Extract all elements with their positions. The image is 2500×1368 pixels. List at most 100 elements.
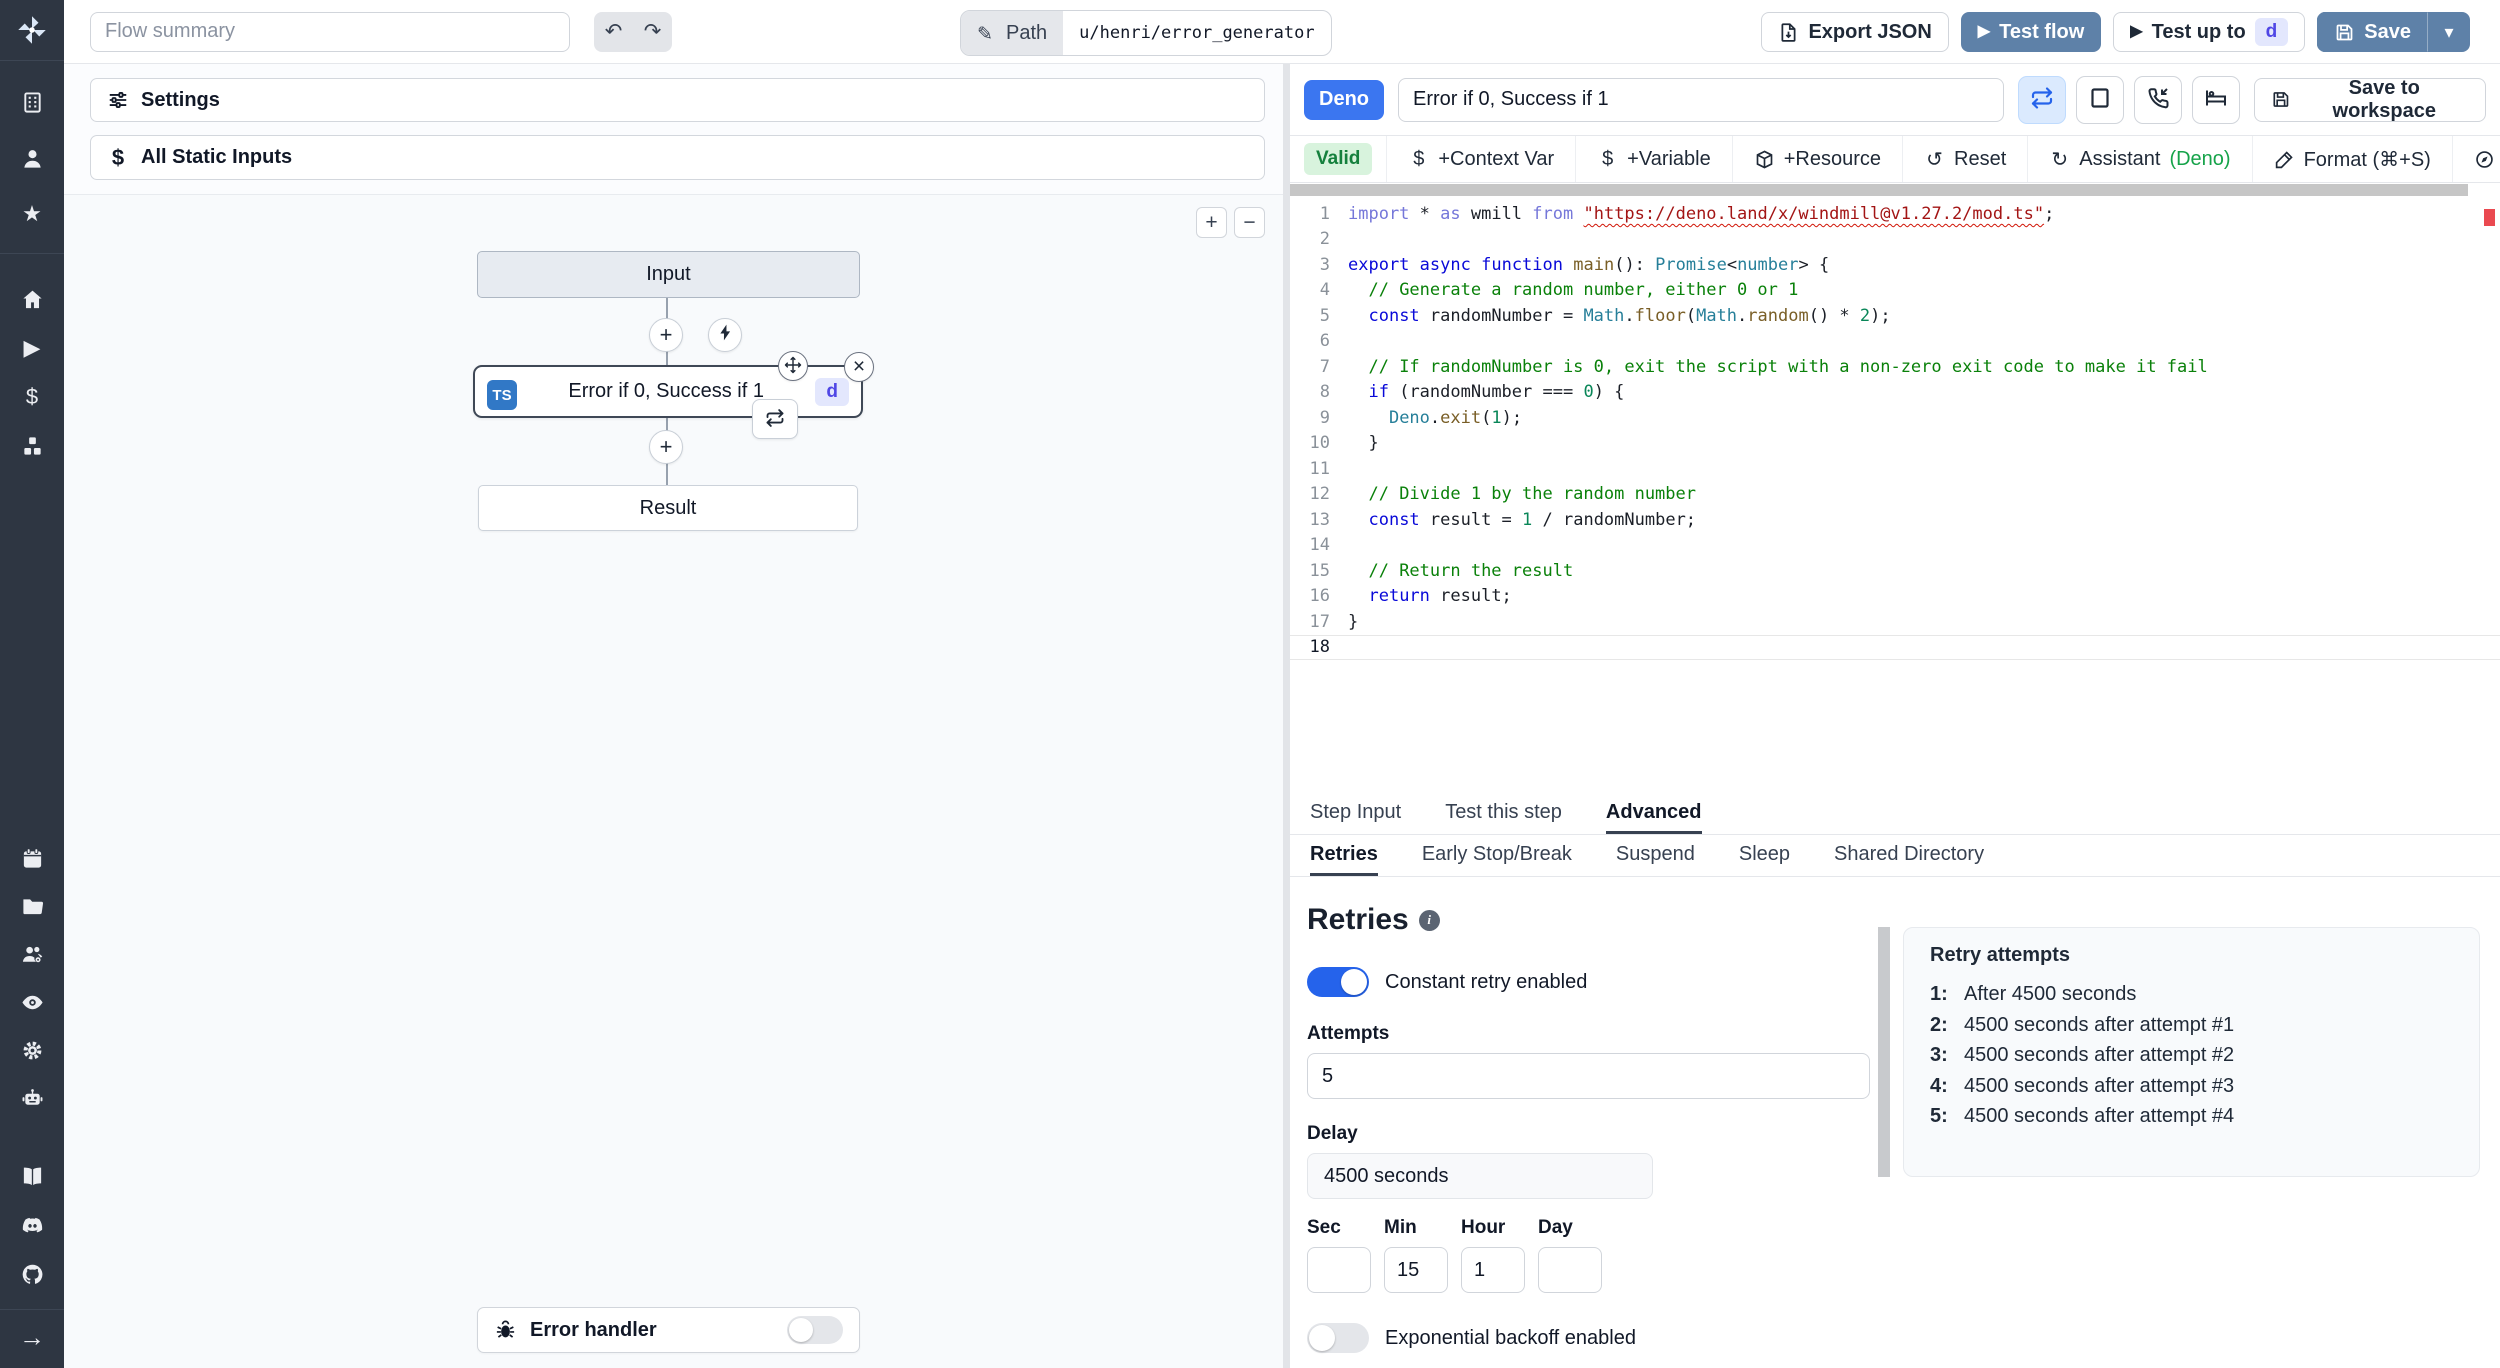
code-line: 13 const result = 1 / randomNumber; — [1290, 507, 2500, 533]
hscrollbar-thumb[interactable] — [1290, 184, 2468, 196]
dollar-icon: $ — [1602, 147, 1614, 170]
building-icon[interactable] — [19, 89, 45, 115]
flow-canvas[interactable]: + − Input + TS Error if 0, Success if 1 … — [64, 194, 1283, 1368]
delete-node-button[interactable]: × — [844, 352, 874, 382]
code-editor[interactable]: 1 import * as wmill from "https://deno.la… — [1290, 197, 2500, 793]
tab-advanced[interactable]: Advanced — [1605, 793, 1702, 834]
toolbar-label: Assistant — [2079, 147, 2161, 170]
subtab-shared-directory[interactable]: Shared Directory — [1834, 835, 1984, 876]
subtab-suspend[interactable]: Suspend — [1616, 835, 1695, 876]
sleep-button[interactable] — [2191, 75, 2240, 124]
undo-button[interactable]: ↶ — [594, 12, 633, 52]
zoom-in-button[interactable]: + — [1196, 207, 1227, 238]
github-icon[interactable] — [19, 1261, 45, 1287]
line-number: 12 — [1309, 484, 1330, 505]
cubes-icon[interactable] — [19, 433, 45, 459]
exponential-backoff-toggle[interactable] — [1307, 1323, 1369, 1353]
flow-settings-bar[interactable]: Settings — [90, 78, 1265, 122]
bug-icon — [494, 1319, 517, 1342]
discord-icon[interactable] — [19, 1212, 45, 1238]
retry-settings-button[interactable] — [2017, 75, 2066, 124]
folder-icon[interactable] — [19, 893, 45, 919]
robot-icon[interactable] — [19, 1085, 45, 1111]
users-icon[interactable] — [19, 941, 45, 967]
play-icon: ▶ — [2130, 23, 2143, 40]
sec-input[interactable] — [1307, 1247, 1371, 1293]
gear-icon[interactable] — [19, 1037, 45, 1063]
add-step-button[interactable]: + — [649, 430, 683, 464]
toolbar-context-var-button[interactable]: $ +Context Var — [1387, 136, 1577, 182]
reset-icon: ↺ — [1926, 148, 1943, 171]
editor-toolbar: Valid $ +Context Var $ +Variable +Resource ↺ R… — [1290, 135, 2500, 183]
move-node-button[interactable] — [778, 351, 808, 381]
subtab-retries[interactable]: Retries — [1310, 835, 1378, 876]
step-node-id-chip: d — [815, 377, 849, 406]
lightning-icon — [716, 322, 735, 348]
repeat-icon — [2030, 86, 2054, 113]
zoom-out-button[interactable]: − — [1234, 207, 1265, 238]
retries-vscrollbar-thumb[interactable] — [1878, 927, 1890, 1177]
toolbar-assistant-button[interactable]: ↻ Assistant (Deno) — [2028, 136, 2253, 182]
retry-attempt-item: 2: 4500 seconds after attempt #1 — [1930, 1013, 2235, 1036]
webhook-button[interactable] — [2133, 75, 2182, 124]
sidebar: ★ ▶ $ → — [0, 0, 64, 1368]
result-node[interactable]: Result — [478, 485, 858, 531]
subtab-sleep[interactable]: Sleep — [1739, 835, 1790, 876]
save-to-workspace-button[interactable]: Save to workspace — [2253, 77, 2486, 122]
dollar-icon[interactable]: $ — [19, 384, 45, 410]
sidebar-group-workspace: ★ — [19, 89, 45, 227]
star-icon[interactable]: ★ — [19, 201, 45, 227]
info-icon[interactable]: i — [1418, 909, 1440, 931]
calendar-icon[interactable] — [19, 845, 45, 871]
arrow-right-icon[interactable]: → — [19, 1324, 45, 1350]
hour-input[interactable] — [1461, 1247, 1525, 1293]
day-input[interactable] — [1538, 1247, 1602, 1293]
export-json-button[interactable]: Export JSON — [1761, 12, 1949, 52]
user-icon[interactable] — [19, 145, 45, 171]
test-up-to-button[interactable]: ▶ Test up to d — [2113, 12, 2306, 52]
trigger-bolt-button[interactable] — [708, 318, 742, 352]
toolbar-explore-other-s-button[interactable]: Explore other s — [2452, 136, 2500, 182]
tab-step-input[interactable]: Step Input — [1310, 793, 1401, 834]
line-number: 6 — [1319, 331, 1330, 352]
square-icon — [2088, 86, 2112, 113]
windmill-logo-icon[interactable] — [12, 10, 52, 50]
toolbar-resource-button[interactable]: +Resource — [1732, 136, 1904, 182]
toolbar-format-s-button[interactable]: Format (⌘+S) — [2252, 136, 2453, 182]
error-handler-toggle[interactable] — [787, 1316, 843, 1344]
home-icon[interactable] — [19, 286, 45, 312]
attempts-input[interactable] — [1307, 1053, 1870, 1099]
step-node-label: Error if 0, Success if 1 — [568, 380, 764, 402]
flow-summary-input[interactable] — [90, 11, 570, 52]
subtab-early-stop-break[interactable]: Early Stop/Break — [1422, 835, 1572, 876]
play-icon[interactable]: ▶ — [19, 335, 45, 361]
save-icon — [2271, 89, 2291, 110]
valid-badge: Valid — [1304, 143, 1373, 175]
save-dropdown-button[interactable]: ▾ — [2428, 12, 2470, 52]
min-input[interactable] — [1384, 1247, 1448, 1293]
book-icon[interactable] — [19, 1163, 45, 1189]
path-editor[interactable]: ✎ Path u/henri/error_generator — [960, 10, 1332, 56]
test-flow-button[interactable]: ▶ Test flow — [1960, 12, 2102, 52]
add-step-button[interactable]: + — [649, 318, 683, 352]
toolbar-variable-button[interactable]: $ +Variable — [1576, 136, 1733, 182]
save-split-button: Save ▾ — [2317, 12, 2470, 52]
file-down-icon — [1778, 22, 1799, 43]
constant-retry-toggle[interactable] — [1307, 967, 1369, 997]
retry-loop-button[interactable] — [752, 399, 798, 439]
tab-test-this-step[interactable]: Test this step — [1445, 793, 1562, 834]
toolbar-reset-button[interactable]: ↺ Reset — [1903, 136, 2029, 182]
save-button[interactable]: Save — [2317, 12, 2428, 52]
wand-icon — [2274, 149, 2295, 170]
code-line: 10 } — [1290, 431, 2500, 457]
panel-resize-handle[interactable] — [1283, 64, 1290, 1368]
step-summary-input[interactable] — [1398, 77, 2004, 122]
input-node[interactable]: Input — [477, 251, 860, 298]
path-value: u/henri/error_generator — [1079, 23, 1315, 43]
chevron-down-icon: ▾ — [2444, 21, 2454, 42]
move-icon — [784, 356, 802, 377]
eye-icon[interactable] — [19, 989, 45, 1015]
expand-editor-button[interactable] — [2075, 75, 2124, 124]
all-static-inputs-bar[interactable]: $ All Static Inputs — [90, 135, 1265, 180]
redo-button[interactable]: ↷ — [633, 12, 672, 52]
